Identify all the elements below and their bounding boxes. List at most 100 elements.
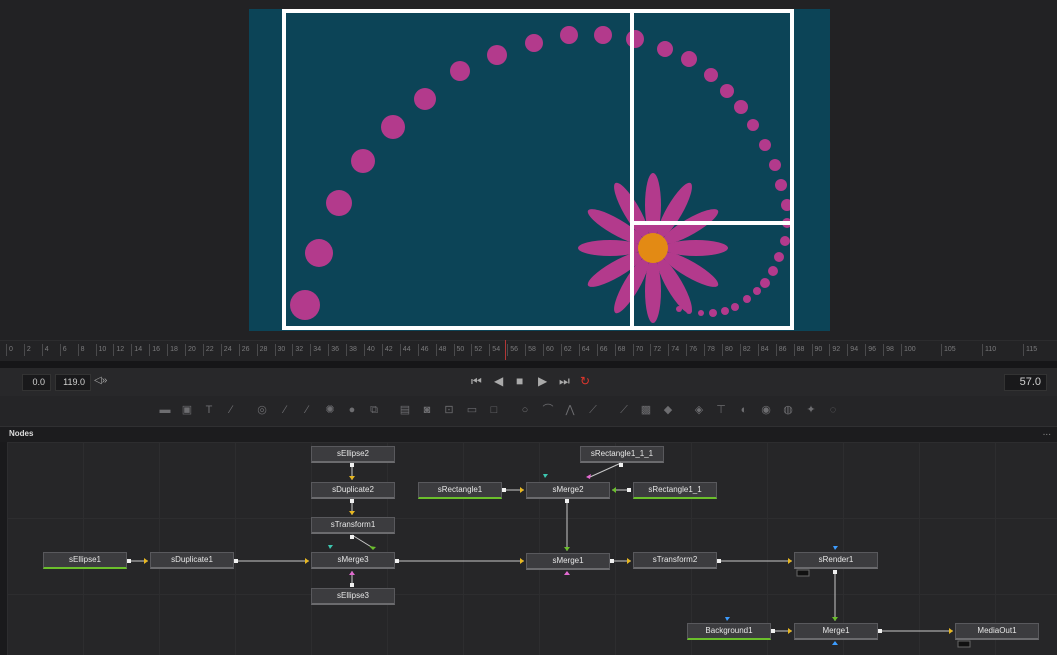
spiral-dot bbox=[709, 309, 717, 317]
current-frame-field[interactable]: 57.0 bbox=[1004, 374, 1047, 391]
ruler-tick: 16 bbox=[149, 344, 160, 356]
stop-icon[interactable]: ■ bbox=[516, 372, 523, 390]
background-tool-icon[interactable]: ▬ bbox=[158, 404, 172, 416]
node-graph[interactable] bbox=[7, 442, 1057, 655]
ruler-tick: 90 bbox=[811, 344, 822, 356]
spiral-dot bbox=[305, 239, 333, 267]
matte-control-icon[interactable]: ◙ bbox=[420, 404, 434, 416]
ruler-tick: 24 bbox=[220, 344, 232, 356]
ruler-tick: 40 bbox=[364, 344, 375, 356]
skip-to-end-icon[interactable]: ⏭ bbox=[559, 372, 570, 390]
bspline-mask-icon[interactable]: ⟋ bbox=[586, 404, 600, 416]
node-srectangle1-1-1[interactable]: sRectangle1_1_1 bbox=[580, 446, 664, 463]
channel-booleans-icon[interactable]: ▤ bbox=[398, 404, 412, 416]
composition-image bbox=[282, 9, 794, 330]
node-stransform2[interactable]: sTransform2 bbox=[633, 552, 717, 569]
skip-to-start-icon[interactable]: ⏮ bbox=[471, 372, 482, 390]
spiral-dot bbox=[721, 307, 729, 315]
spiral-dot bbox=[626, 30, 644, 48]
merge-icon[interactable]: ⧉ bbox=[367, 404, 381, 416]
spiral-dot bbox=[774, 252, 784, 262]
particle-emitter-icon[interactable]: ⟋ bbox=[617, 404, 631, 416]
end-time-field[interactable]: 119.0 bbox=[55, 374, 91, 391]
spiral-dot bbox=[743, 295, 751, 303]
node-sduplicate1[interactable]: sDuplicate1 bbox=[150, 552, 234, 569]
node-sellipse1[interactable]: sEllipse1 bbox=[43, 552, 127, 569]
node-merge1[interactable]: Merge1 bbox=[794, 623, 878, 640]
node-smerge3[interactable]: sMerge3 bbox=[311, 552, 395, 569]
brush-tool-icon[interactable]: ∕ bbox=[224, 404, 238, 416]
spiral-dot bbox=[769, 159, 781, 171]
resize-icon[interactable]: ▭ bbox=[465, 404, 479, 416]
ruler-tick: 80 bbox=[722, 344, 733, 356]
camera-3d-icon[interactable]: ◐ bbox=[737, 404, 751, 416]
ruler-tick: 110 bbox=[982, 344, 996, 356]
glow-icon[interactable]: ✺ bbox=[323, 404, 337, 416]
merge-3d-icon[interactable]: ⊤ bbox=[714, 404, 728, 416]
ellipse-mask-icon[interactable]: ⌒ bbox=[541, 404, 555, 416]
spiral-dot bbox=[657, 41, 673, 57]
tracker-icon[interactable]: ◆ bbox=[661, 404, 675, 416]
ruler-tick: 18 bbox=[167, 344, 178, 356]
node-srender1[interactable]: sRender1 bbox=[794, 552, 878, 569]
ruler-tick: 30 bbox=[274, 344, 285, 356]
light-icon[interactable]: ✦ bbox=[804, 404, 818, 416]
loop-icon[interactable]: ↻ bbox=[580, 372, 590, 390]
spiral-dot bbox=[704, 68, 718, 82]
ruler-tick: 20 bbox=[185, 344, 196, 356]
renderer-3d-icon[interactable]: ◍ bbox=[781, 404, 795, 416]
ruler-tick: 72 bbox=[650, 344, 661, 356]
playhead[interactable] bbox=[505, 340, 506, 360]
node-sellipse2[interactable]: sEllipse2 bbox=[311, 446, 395, 463]
ruler-tick: 42 bbox=[381, 344, 393, 356]
text-tool-icon[interactable]: T bbox=[202, 404, 216, 416]
start-time-field[interactable]: 0.0 bbox=[22, 374, 51, 391]
spiral-dot bbox=[351, 149, 375, 173]
play-icon[interactable]: ▶ bbox=[538, 372, 547, 390]
paint-tool-icon[interactable]: ▣ bbox=[180, 404, 194, 416]
ruler-tick: 115 bbox=[1023, 344, 1037, 356]
node-stransform1[interactable]: sTransform1 bbox=[311, 517, 395, 534]
ruler-tick: 74 bbox=[668, 344, 679, 356]
node-srectangle1-1[interactable]: sRectangle1_1 bbox=[633, 482, 717, 499]
bright-contrast-icon[interactable]: ● bbox=[345, 404, 359, 416]
node-smerge1[interactable]: sMerge1 bbox=[526, 553, 610, 570]
node-smerge2[interactable]: sMerge2 bbox=[526, 482, 610, 499]
polygon-mask-icon[interactable]: ⋀ bbox=[563, 404, 577, 416]
node-srectangle1[interactable]: sRectangle1 bbox=[418, 482, 502, 499]
ruler-tick: 66 bbox=[596, 344, 607, 356]
node-background1[interactable]: Background1 bbox=[687, 623, 771, 640]
ruler-tick: 38 bbox=[346, 344, 357, 356]
spiral-dot bbox=[381, 115, 405, 139]
text-3d-icon[interactable]: ◉ bbox=[759, 404, 773, 416]
ruler-tick: 32 bbox=[292, 344, 303, 356]
spiral-dot bbox=[326, 190, 352, 216]
ruler-tick: 70 bbox=[632, 344, 643, 356]
node-sduplicate2[interactable]: sDuplicate2 bbox=[311, 482, 395, 499]
color-corrector-icon[interactable]: ∕ bbox=[278, 404, 292, 416]
ruler-tick: 34 bbox=[310, 344, 321, 356]
particle-render-icon[interactable]: ▩ bbox=[639, 404, 653, 416]
node-sellipse3[interactable]: sEllipse3 bbox=[311, 588, 395, 605]
timeline-ruler[interactable]: 0 2 4 6 8 10 12 14 16 18 20 22 24 26 28 30 32 34 36 38 40 42 4… bbox=[0, 340, 1057, 361]
speaker-icon[interactable]: ◁» bbox=[94, 372, 107, 390]
viewer-canvas[interactable] bbox=[249, 9, 830, 331]
ruler-tick: 26 bbox=[238, 344, 249, 356]
shape-3d-icon[interactable]: ◈ bbox=[692, 404, 706, 416]
panel-divider[interactable] bbox=[0, 361, 1057, 368]
blur-tool-icon[interactable]: ◎ bbox=[255, 404, 269, 416]
transform-icon[interactable]: ⊡ bbox=[442, 404, 456, 416]
ruler-tick: 68 bbox=[614, 344, 625, 356]
node-mediaout1[interactable]: MediaOut1 bbox=[955, 623, 1039, 640]
curves-icon[interactable]: ∕ bbox=[300, 404, 314, 416]
ruler-tick: 8 bbox=[77, 344, 85, 356]
crop-icon[interactable]: □ bbox=[487, 404, 501, 416]
image-plane-icon[interactable]: ◌ bbox=[826, 404, 840, 416]
rectangle-mask-icon[interactable]: ○ bbox=[518, 404, 532, 416]
ruler-tick: 2 bbox=[23, 344, 31, 356]
ruler-tick: 60 bbox=[543, 344, 554, 356]
ruler-tick: 52 bbox=[471, 344, 482, 356]
more-options-icon[interactable]: ... bbox=[1043, 427, 1051, 438]
ruler-tick: 62 bbox=[560, 344, 572, 356]
play-reverse-icon[interactable]: ◀ bbox=[494, 372, 503, 390]
